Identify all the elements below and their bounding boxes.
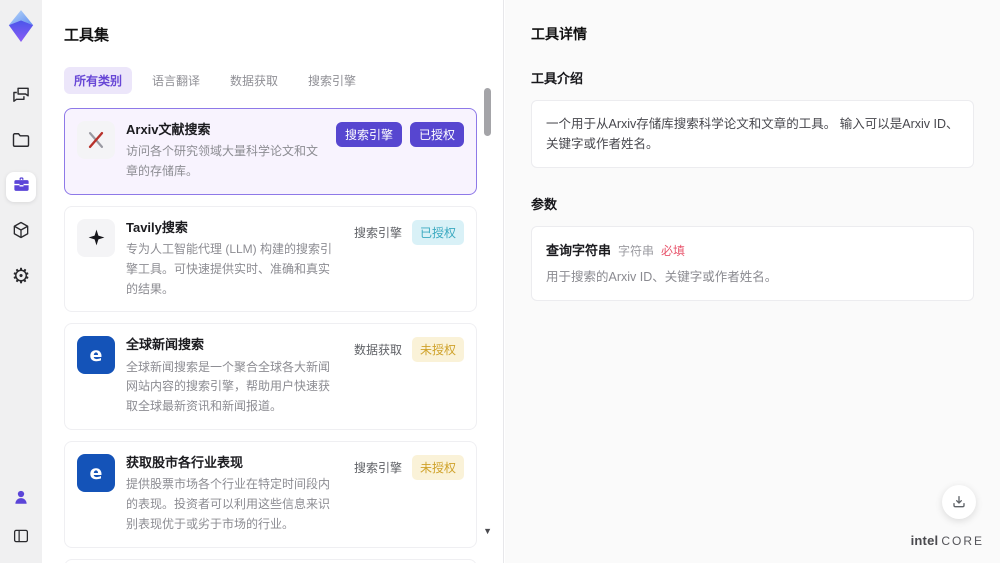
param-name: 查询字符串 <box>546 243 612 258</box>
sidebar-item-chat[interactable] <box>6 82 36 112</box>
tool-category-badge: 搜索引擎 <box>335 122 402 147</box>
tool-card[interactable]: e 获取股市各行业表现 提供股票市场各个行业在特定时间段内的表现。投资者可以利用… <box>64 440 477 548</box>
app-sidebar: ⚙ <box>0 0 42 563</box>
intro-text: 一个用于从Arxiv存储库搜索科学论文和文章的工具。 输入可以是Arxiv ID… <box>546 117 959 151</box>
panel-toggle-icon <box>12 527 30 550</box>
toolset-panel: 工具集 所有类别 语言翻译 数据获取 搜索引擎 Arxiv文献搜索 访问各个研究领域大… <box>42 0 504 563</box>
category-tab[interactable]: 语言翻译 <box>142 67 210 94</box>
tool-auth-badge[interactable]: 已授权 <box>411 219 464 245</box>
category-tab[interactable]: 数据获取 <box>220 67 288 94</box>
tool-auth-badge[interactable]: 未授权 <box>411 337 464 363</box>
tool-auth-badge[interactable]: 未授权 <box>411 454 464 480</box>
tool-description: 访问各个研究领域大量科学论文和文章的存储库。 <box>126 144 319 178</box>
category-tab[interactable]: 搜索引擎 <box>298 67 366 94</box>
intro-heading: 工具介绍 <box>531 71 584 86</box>
app-logo <box>5 8 37 44</box>
news-search-icon: e <box>77 453 115 492</box>
sidebar-item-cube[interactable] <box>6 217 36 247</box>
tool-title: Tavily搜索 <box>126 219 188 235</box>
tool-description: 专为人工智能代理 (LLM) 构建的搜索引擎工具。可快速提供实时、准确和真实的结… <box>126 241 333 296</box>
folder-icon <box>11 130 31 155</box>
sidebar-nav: ⚙ <box>6 82 36 292</box>
page-title: 工具集 <box>64 27 110 44</box>
tool-card[interactable]: e 获取市场最活跃股票信息 提供当天交易量最高的股票列表，投资者可以利用这些信息… <box>64 558 477 563</box>
tool-category-badge: 数据获取 <box>353 343 402 358</box>
brand-secondary: core <box>941 534 984 548</box>
tool-card[interactable]: Arxiv文献搜索 访问各个研究领域大量科学论文和文章的存储库。 搜索引擎 已授… <box>64 108 477 195</box>
params-heading: 参数 <box>531 197 558 212</box>
diamond-logo-icon <box>8 10 34 42</box>
tool-title: Arxiv文献搜索 <box>126 122 211 137</box>
sidebar-item-folder[interactable] <box>6 127 36 157</box>
download-button[interactable] <box>942 485 976 519</box>
details-title: 工具详情 <box>531 26 587 42</box>
category-tab[interactable]: 所有类别 <box>64 67 133 94</box>
arxiv-logo-icon <box>77 121 115 159</box>
gear-icon: ⚙ <box>11 265 31 288</box>
params-list: 查询字符串 字符串 必填 用于搜索的Arxiv ID、关键字或作者姓名。 <box>531 226 974 301</box>
sidebar-item-user[interactable] <box>6 484 36 514</box>
sparkle-icon <box>77 218 115 257</box>
tool-category-badge: 搜索引擎 <box>353 460 402 475</box>
scroll-down-arrow-icon[interactable]: ▼ <box>483 527 492 536</box>
tool-title: 获取股市各行业表现 <box>126 454 244 470</box>
user-icon <box>12 488 30 511</box>
category-tabs: 所有类别 语言翻译 数据获取 搜索引擎 <box>64 67 477 94</box>
toolbox-icon <box>12 175 31 199</box>
cube-icon <box>11 220 31 245</box>
brand-primary: intel <box>910 533 939 548</box>
param-required-badge: 必填 <box>661 244 686 258</box>
tool-description: 全球新闻搜索是一个聚合全球各大新闻网站内容的搜索引擎，帮助用户快速获取全球最新资… <box>126 359 331 414</box>
tool-list: Arxiv文献搜索 访问各个研究领域大量科学论文和文章的存储库。 搜索引擎 已授… <box>64 108 477 563</box>
param-description: 用于搜索的Arxiv ID、关键字或作者姓名。 <box>546 270 778 284</box>
list-scrollbar[interactable] <box>484 88 491 530</box>
intel-core-logo: intel core <box>911 533 984 548</box>
param-type: 字符串 <box>618 244 655 258</box>
tool-category-badge: 搜索引擎 <box>353 225 402 240</box>
sidebar-item-toolbox[interactable] <box>6 172 36 202</box>
intro-card: 一个用于从Arxiv存储库搜索科学论文和文章的工具。 输入可以是Arxiv ID… <box>531 100 974 168</box>
download-icon <box>953 496 965 508</box>
sidebar-bottom <box>6 484 36 553</box>
tool-card[interactable]: Tavily搜索 专为人工智能代理 (LLM) 构建的搜索引擎工具。可快速提供实… <box>64 205 477 313</box>
scrollbar-thumb[interactable] <box>484 88 491 136</box>
sidebar-item-panel-toggle[interactable] <box>6 523 36 553</box>
tool-description: 提供股票市场各个行业在特定时间段内的表现。投资者可以利用这些信息来识别表现优于或… <box>126 477 331 531</box>
parameter-card: 查询字符串 字符串 必填 用于搜索的Arxiv ID、关键字或作者姓名。 <box>531 226 974 301</box>
tool-title: 全球新闻搜索 <box>126 337 205 353</box>
tool-card[interactable]: e 全球新闻搜索 全球新闻搜索是一个聚合全球各大新闻网站内容的搜索引擎，帮助用户… <box>64 323 477 430</box>
chat-icon <box>11 85 31 110</box>
tool-details-panel: 工具详情 工具介绍 一个用于从Arxiv存储库搜索科学论文和文章的工具。 输入可… <box>505 0 1000 563</box>
news-search-icon: e <box>77 336 115 375</box>
tool-auth-badge[interactable]: 已授权 <box>409 122 464 147</box>
sidebar-item-gear[interactable]: ⚙ <box>6 262 36 292</box>
